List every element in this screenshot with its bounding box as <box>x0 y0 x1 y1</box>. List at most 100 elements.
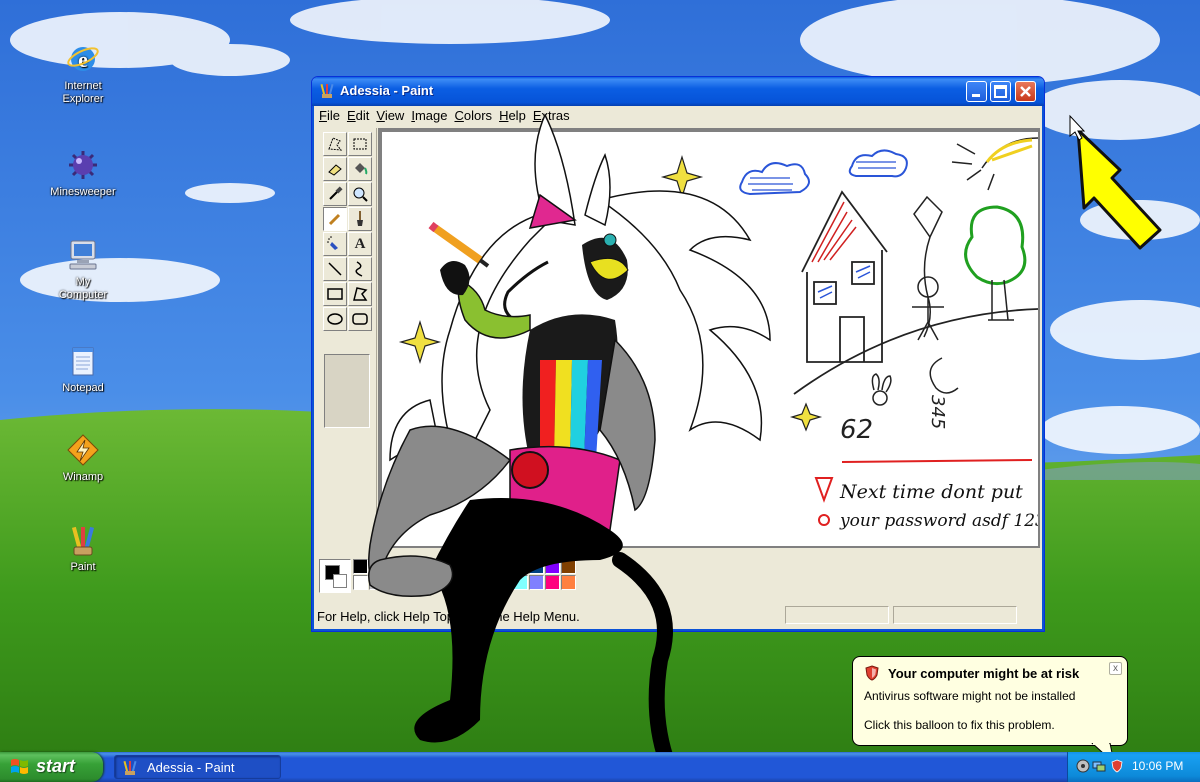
palette-swatch[interactable] <box>369 575 384 590</box>
palette-swatch[interactable] <box>513 559 528 574</box>
desktop-icon-winamp[interactable]: Winamp <box>38 433 128 484</box>
menu-view[interactable]: View <box>372 106 407 123</box>
desktop-icon-label: Paint <box>70 561 96 573</box>
rect-select-icon <box>353 138 367 150</box>
tool-brush[interactable] <box>348 207 372 231</box>
tool-rect-select[interactable] <box>348 132 372 156</box>
palette-swatch[interactable] <box>369 559 384 574</box>
palette-swatch[interactable] <box>353 559 368 574</box>
palette-swatch[interactable] <box>545 559 560 574</box>
desktop-icon-label: Winamp <box>62 471 104 483</box>
tool-pick-color[interactable] <box>323 182 347 206</box>
palette-swatch[interactable] <box>465 575 480 590</box>
drawing-canvas[interactable]: 62 345 Next time dont put your password … <box>382 132 1038 546</box>
my-computer-icon <box>69 240 97 270</box>
ellipse-icon <box>327 313 343 325</box>
security-balloon[interactable]: Your computer might be at risk Antivirus… <box>852 656 1128 746</box>
palette-swatch[interactable] <box>417 575 432 590</box>
palette-swatch[interactable] <box>561 559 576 574</box>
menu-help[interactable]: Help <box>495 106 529 123</box>
palette-swatch[interactable] <box>433 575 448 590</box>
text-tool-icon: A <box>354 236 366 252</box>
paint-icon <box>123 760 137 775</box>
volume-icon[interactable] <box>1076 759 1090 773</box>
title-bar[interactable]: Adessia - Paint <box>312 77 1044 106</box>
minimize-button[interactable] <box>966 81 987 102</box>
palette-swatch[interactable] <box>401 575 416 590</box>
tool-line[interactable] <box>323 257 347 281</box>
doodle-numbers-2: 345 <box>927 395 948 429</box>
palette-swatch[interactable] <box>497 559 512 574</box>
tool-rectangle[interactable] <box>323 282 347 306</box>
palette-swatch[interactable] <box>481 575 496 590</box>
fill-bucket-icon <box>355 163 368 175</box>
balloon-close-button[interactable]: x <box>1109 662 1122 675</box>
balloon-title: Your computer might be at risk <box>888 666 1080 681</box>
palette-swatch[interactable] <box>561 575 576 590</box>
polygon-icon <box>353 287 368 301</box>
desktop-icon-label: Computer <box>58 289 108 301</box>
tool-pencil[interactable] <box>323 207 347 231</box>
palette-swatch[interactable] <box>497 575 512 590</box>
palette-swatch[interactable] <box>417 559 432 574</box>
desktop-icon-internet-explorer[interactable]: e Internet Explorer <box>38 42 128 106</box>
palette-swatch[interactable] <box>481 559 496 574</box>
network-icon[interactable] <box>1092 759 1106 773</box>
tool-rounded-rectangle[interactable] <box>348 307 372 331</box>
palette-swatch[interactable] <box>353 575 368 590</box>
palette-swatch[interactable] <box>465 559 480 574</box>
menu-image[interactable]: Image <box>407 106 450 123</box>
paint-window[interactable]: Adessia - Paint File Edit View Image Colors H… <box>311 76 1045 632</box>
security-shield-icon[interactable] <box>1110 759 1124 773</box>
palette-swatch[interactable] <box>449 575 464 590</box>
tool-polygon[interactable] <box>348 282 372 306</box>
start-button[interactable]: start <box>0 752 103 782</box>
canvas-area[interactable]: 62 345 Next time dont put your password … <box>378 128 1040 548</box>
status-pane-size <box>893 606 1017 624</box>
tool-curve[interactable] <box>348 257 372 281</box>
palette-swatch[interactable] <box>529 575 544 590</box>
paint-icon <box>320 83 334 98</box>
desktop-icon-notepad[interactable]: Notepad <box>38 344 128 395</box>
clock[interactable]: 10:06 PM <box>1132 759 1183 773</box>
palette-swatch[interactable] <box>385 575 400 590</box>
desktop-icon-label: Minesweeper <box>50 186 116 198</box>
tool-options-box[interactable] <box>324 354 370 428</box>
taskbar-button-paint[interactable]: Adessia - Paint <box>114 755 281 779</box>
close-button[interactable] <box>1015 81 1036 102</box>
palette-swatch[interactable] <box>529 559 544 574</box>
palette-swatch[interactable] <box>385 559 400 574</box>
menu-colors[interactable]: Colors <box>450 106 495 123</box>
maximize-icon <box>994 85 1007 98</box>
palette-swatch[interactable] <box>513 575 528 590</box>
tool-fill[interactable] <box>348 157 372 181</box>
menu-file[interactable]: File <box>315 106 343 123</box>
palette-swatch[interactable] <box>449 559 464 574</box>
paint-icon <box>71 526 95 556</box>
minesweeper-icon <box>69 151 97 179</box>
palette-swatch[interactable] <box>401 559 416 574</box>
palette-swatch[interactable] <box>433 559 448 574</box>
tool-ellipse[interactable] <box>323 307 347 331</box>
tool-magnifier[interactable] <box>348 182 372 206</box>
tool-airbrush[interactable] <box>323 232 347 256</box>
balloon-text-line-2[interactable]: Click this balloon to fix this problem. <box>864 718 1055 732</box>
current-colors-box[interactable] <box>319 559 351 593</box>
maximize-button[interactable] <box>990 81 1011 102</box>
color-palette <box>315 551 1041 601</box>
rectangle-icon <box>327 288 343 300</box>
menu-edit[interactable]: Edit <box>343 106 372 123</box>
tool-text[interactable]: A <box>348 232 372 256</box>
desktop-icon-minesweeper[interactable]: Minesweeper <box>38 148 128 199</box>
pencil-icon <box>328 213 341 226</box>
tool-free-select[interactable] <box>323 132 347 156</box>
desktop-icon-label: Explorer <box>62 93 104 105</box>
desktop-icon-my-computer[interactable]: My Computer <box>38 238 128 302</box>
menu-extras[interactable]: Extras <box>529 106 573 123</box>
tool-eraser[interactable] <box>323 157 347 181</box>
palette-swatch[interactable] <box>545 575 560 590</box>
desktop-icon-paint[interactable]: Paint <box>38 523 128 574</box>
notepad-icon <box>72 347 94 376</box>
note-line-1: Next time dont put <box>839 481 1023 503</box>
line-icon <box>328 262 342 276</box>
